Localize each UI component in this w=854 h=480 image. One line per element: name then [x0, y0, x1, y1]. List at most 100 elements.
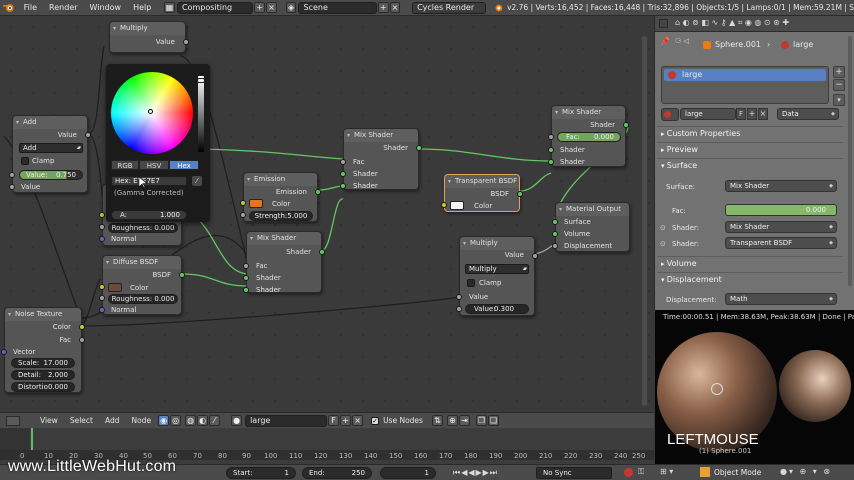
input-socket[interactable] [9, 172, 15, 178]
shader1-socket-icon[interactable]: ⊙ [660, 224, 666, 232]
unlink-material-button[interactable]: × [352, 415, 364, 426]
color-wheel-cursor[interactable] [148, 109, 153, 114]
fac-slider[interactable]: 0.000 [725, 204, 837, 216]
input-socket[interactable] [243, 287, 249, 293]
scene-tab-icons[interactable]: ⌂ ◐ ⊚ ◧ ∿ ⚷ ▲ ⌗ ◉ ◍ ⊙ ⊛ ✚ [675, 18, 789, 28]
section-custom-properties[interactable]: Custom Properties [661, 129, 741, 138]
output-socket[interactable] [79, 337, 85, 343]
material-slot-list[interactable]: large [661, 66, 829, 104]
node-emission[interactable]: Emission Emission Color Strength:5.000 [240, 172, 321, 222]
node-material-output[interactable]: Material Output Surface Volume Displacem… [552, 202, 630, 252]
menu-select[interactable]: Select [64, 416, 99, 425]
roughness-field[interactable]: Roughness: 0.000 [108, 294, 178, 304]
output-socket[interactable] [183, 39, 189, 45]
material-browse-icon[interactable]: ● [231, 415, 243, 426]
shader-nodes-icon[interactable]: ◉ [158, 415, 170, 426]
viewport-shading-icons[interactable]: ●▾ ⊕ ▾ ⊗ [780, 467, 832, 476]
object-nodes-icon[interactable]: ◎ [170, 415, 182, 426]
input-socket[interactable] [548, 147, 554, 153]
menu-window[interactable]: Window [84, 3, 128, 12]
world-nodes-icon[interactable]: ◍ [185, 415, 197, 426]
input-socket[interactable] [340, 159, 346, 165]
use-nodes-checkbox[interactable]: ✓ [371, 416, 380, 425]
node-multiply-top[interactable]: Multiply Value [109, 21, 189, 53]
node-multiply-right[interactable]: Multiply Value Multiply Clamp Value Valu… [456, 236, 538, 316]
tab-hex[interactable]: Hex [169, 160, 199, 170]
input-socket[interactable] [456, 294, 462, 300]
input-socket[interactable] [441, 202, 447, 208]
input-socket[interactable] [340, 171, 346, 177]
material-slot-selected[interactable]: large [664, 69, 826, 81]
object-mode-dropdown[interactable]: Object Mode [714, 468, 761, 477]
material-name-field[interactable]: large [680, 108, 736, 120]
properties-scrollbar[interactable] [848, 36, 852, 286]
input-socket[interactable] [548, 134, 554, 140]
render-engine-dropdown[interactable]: Cycles Render [412, 1, 487, 14]
new-material-button[interactable]: + [747, 108, 757, 120]
alpha-field[interactable]: A: 1.000 [111, 210, 187, 220]
input-socket[interactable] [240, 200, 246, 206]
blender-logo-icon[interactable] [2, 2, 16, 14]
node-editor-vertical-scrollbar[interactable] [642, 36, 647, 406]
unlink-material-button[interactable]: × [758, 108, 768, 120]
menu-node[interactable]: Node [125, 416, 157, 425]
sync-dropdown[interactable]: No Sync [536, 467, 612, 479]
operation-dropdown[interactable]: Multiply [465, 264, 529, 274]
input-socket[interactable] [552, 219, 558, 225]
paste-icon[interactable]: ❏ [487, 415, 499, 426]
output-socket[interactable] [532, 253, 538, 259]
remove-layout-button[interactable]: × [266, 2, 277, 13]
input-socket[interactable] [99, 295, 105, 301]
add-slot-button[interactable]: + [833, 66, 845, 78]
input-socket[interactable] [99, 212, 105, 218]
slot-specials-button[interactable]: ▾ [833, 94, 845, 106]
snap-icon[interactable]: ⊕ [446, 415, 458, 426]
snap-target-icon[interactable]: ⇥ [458, 415, 470, 426]
output-socket[interactable] [315, 189, 321, 195]
output-socket[interactable] [179, 272, 185, 278]
lamp-nodes-icon[interactable]: ◐ [197, 415, 209, 426]
color-swatch[interactable] [249, 199, 263, 208]
value-field[interactable]: Value: 0.750 [19, 170, 83, 180]
backdrop-icon[interactable]: ⇅ [431, 415, 443, 426]
linestyle-nodes-icon[interactable]: ⁄ [209, 415, 221, 426]
input-socket[interactable] [99, 307, 105, 313]
add-layout-button[interactable]: + [254, 2, 266, 13]
fake-user-button[interactable]: F [328, 415, 340, 426]
menu-view[interactable]: View [34, 416, 64, 425]
eyedropper-icon[interactable]: ⁄ [192, 176, 202, 186]
section-volume[interactable]: Volume [661, 259, 697, 268]
input-socket[interactable] [548, 159, 554, 165]
remove-scene-button[interactable]: × [389, 2, 401, 13]
output-socket[interactable] [517, 191, 523, 197]
input-socket[interactable] [552, 231, 558, 237]
input-socket[interactable] [9, 184, 15, 190]
displacement-dropdown[interactable]: Math [725, 293, 837, 305]
detail-field[interactable]: Detail: 2.000 [11, 370, 75, 380]
node-diffuse-bsdf[interactable]: Diffuse BSDF BSDF Color Roughness: 0.000… [99, 255, 185, 315]
color-swatch[interactable] [108, 283, 122, 292]
input-socket[interactable] [243, 275, 249, 281]
shader2-socket-icon[interactable]: ⊙ [660, 240, 666, 248]
menu-file[interactable]: File [18, 3, 43, 12]
remove-slot-button[interactable]: − [833, 79, 845, 91]
input-socket[interactable] [552, 243, 558, 249]
node-add[interactable]: Add Value Add Clamp Value: 0.750 Value [9, 115, 91, 193]
shader2-dropdown[interactable]: Transparent BSDF [725, 237, 837, 249]
menu-help[interactable]: Help [127, 3, 157, 12]
surface-dropdown[interactable]: Mix Shader [725, 180, 837, 192]
color-picker-popup[interactable]: RGB HSV Hex Hex: E7E7E7 ⁄ (Gamma Correct… [106, 64, 210, 222]
current-frame-field[interactable]: 1 [380, 467, 436, 479]
input-socket[interactable] [1, 349, 7, 355]
input-socket[interactable] [99, 284, 105, 290]
scene-field[interactable]: Scene [298, 1, 377, 14]
copy-icon[interactable]: ❐ [475, 415, 487, 426]
node-mix-shader-top[interactable]: Mix Shader Shader Fac Shader Shader [340, 128, 422, 190]
menu-add[interactable]: Add [99, 416, 126, 425]
link-data-dropdown[interactable]: Data [777, 108, 839, 120]
menu-render[interactable]: Render [43, 3, 83, 12]
distortion-field[interactable]: Distortio 0.000 [11, 382, 75, 392]
section-preview[interactable]: Preview [661, 145, 698, 154]
new-material-button[interactable]: + [340, 415, 352, 426]
tab-rgb[interactable]: RGB [111, 160, 139, 170]
